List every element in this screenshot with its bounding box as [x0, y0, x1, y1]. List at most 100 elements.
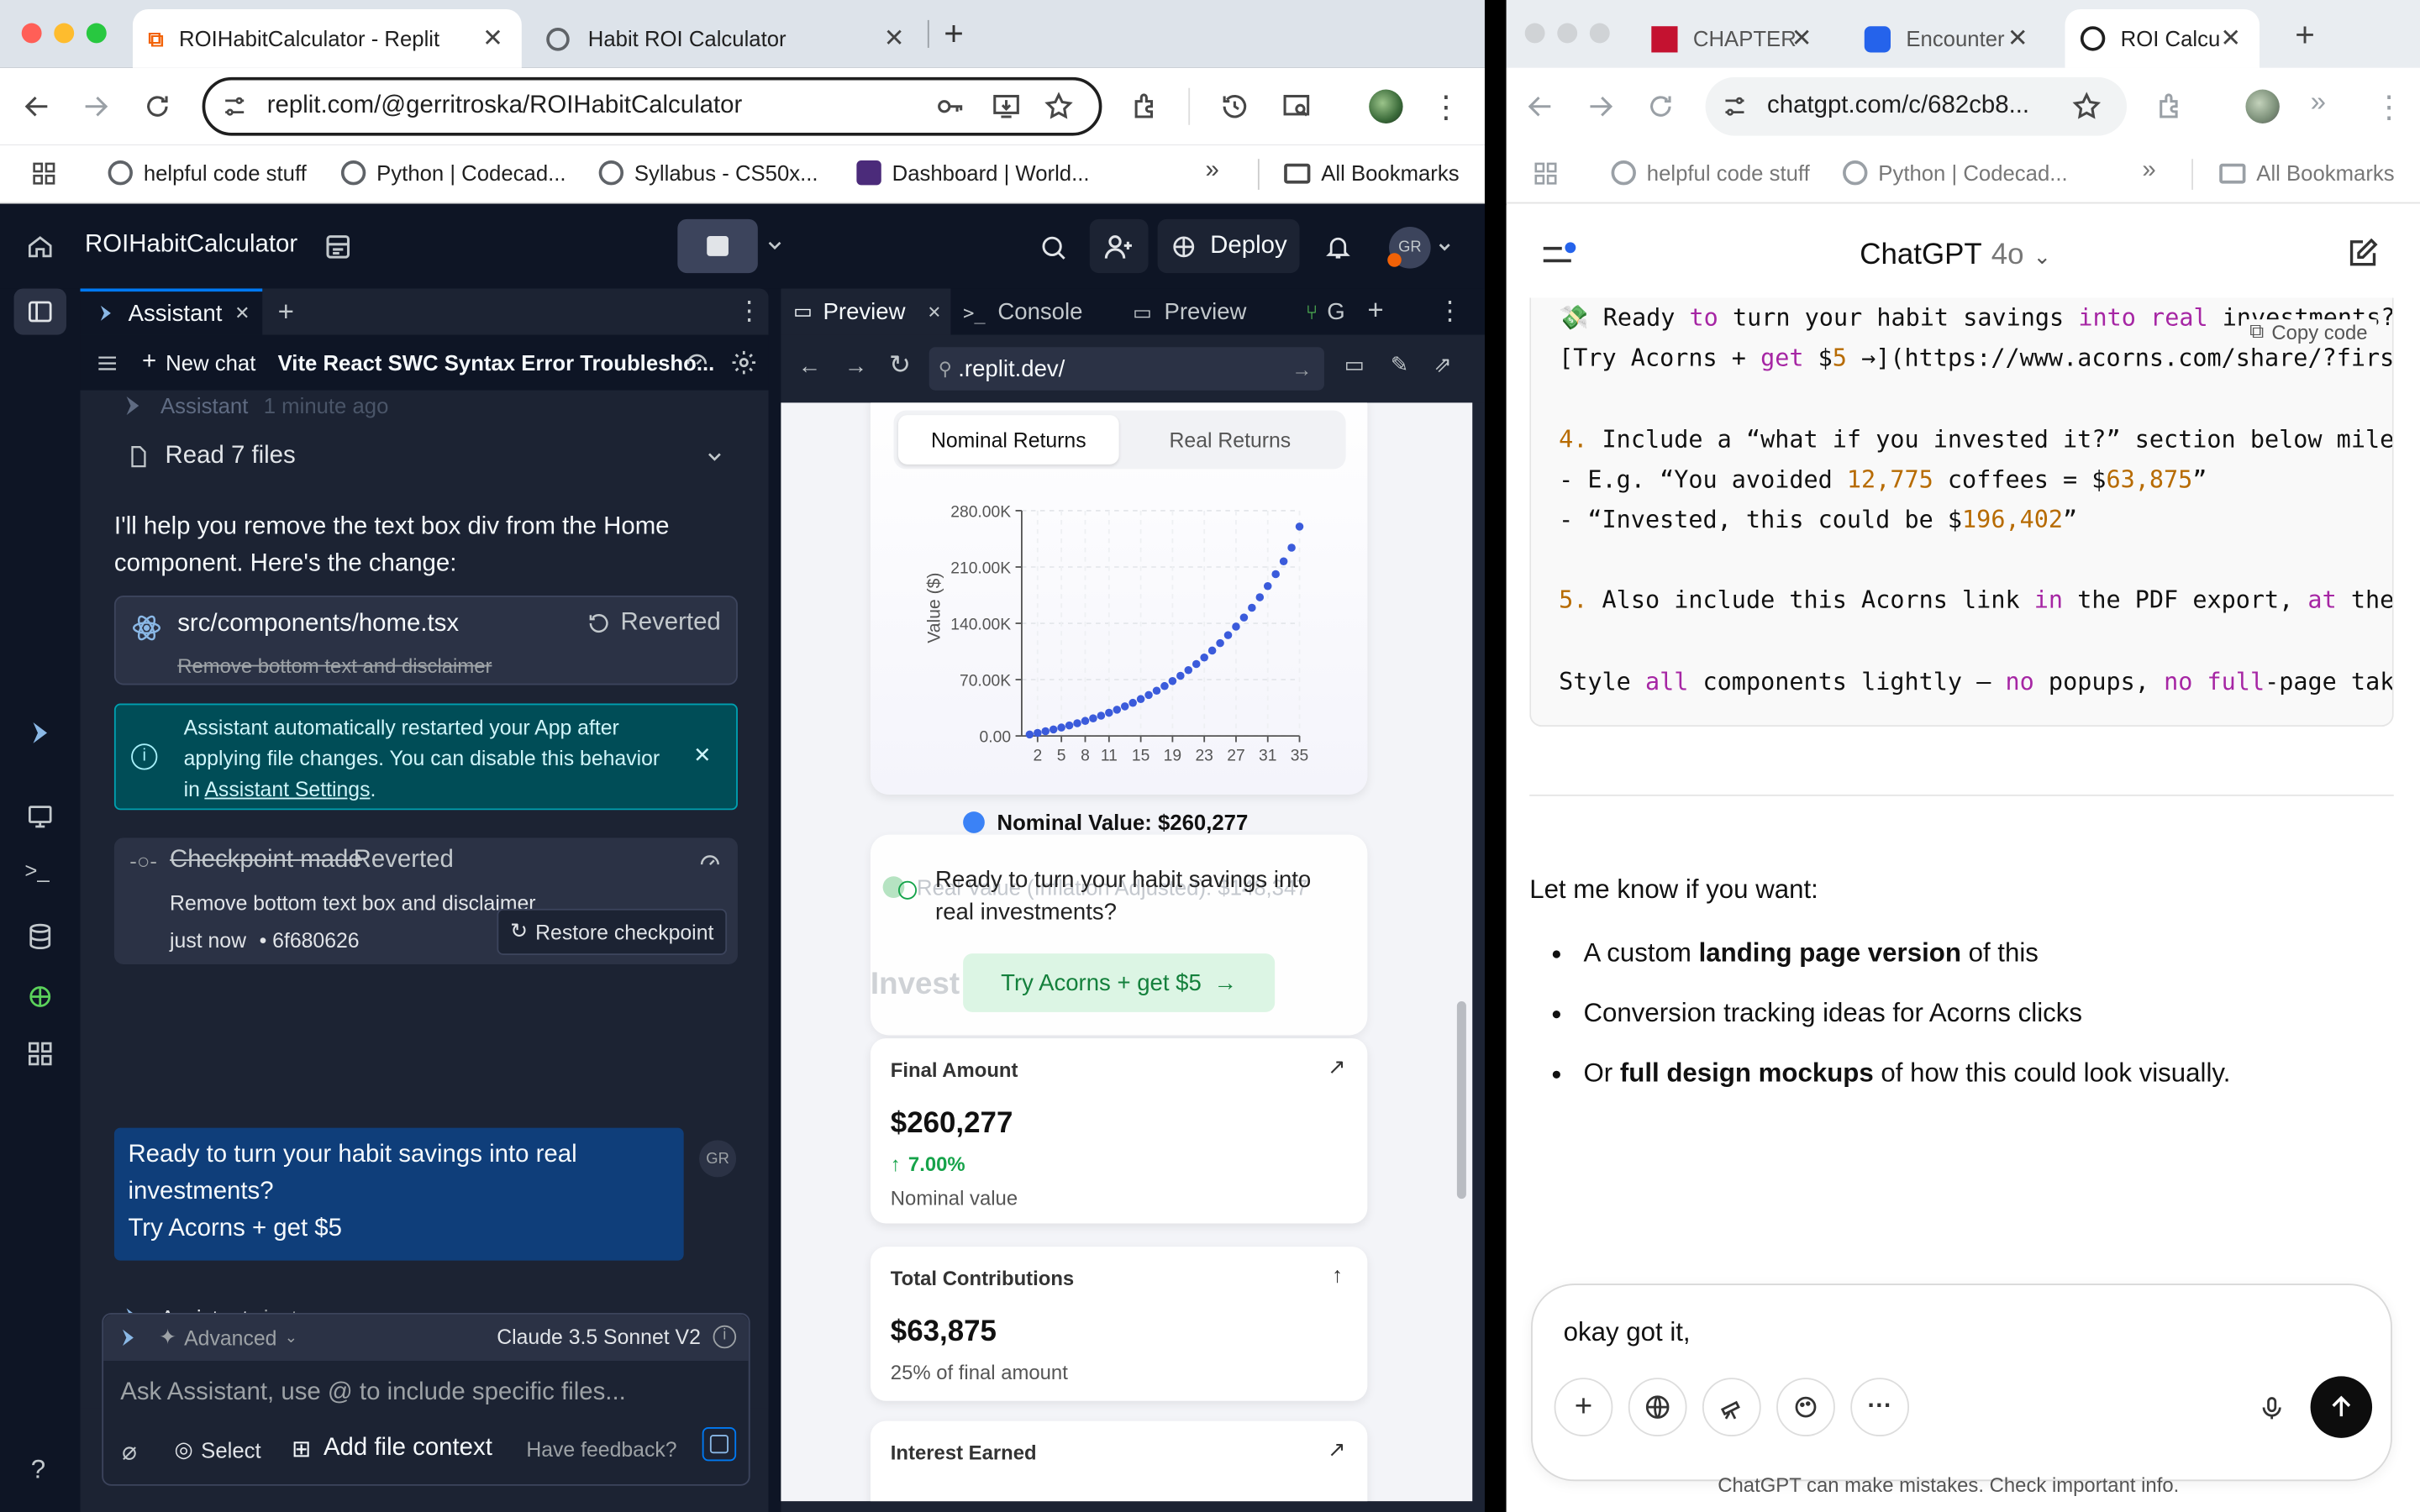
acorns-cta-button[interactable]: Try Acorns + get $5 →: [963, 953, 1276, 1012]
close-tab-icon[interactable]: ✕: [927, 302, 941, 322]
all-bookmarks[interactable]: All Bookmarks: [1284, 160, 1460, 185]
attach-icon[interactable]: ⌀: [122, 1436, 137, 1467]
maximize-window-dot[interactable]: [86, 23, 107, 44]
assistant-settings-link[interactable]: Assistant Settings: [204, 778, 370, 801]
open-new-tab-icon[interactable]: ⇗: [1434, 352, 1452, 378]
notifications-bell-icon[interactable]: [1324, 232, 1352, 263]
send-button[interactable]: [2310, 1376, 2373, 1438]
feedback-link[interactable]: Have feedback?: [526, 1438, 676, 1462]
help-icon[interactable]: ?: [31, 1455, 45, 1486]
address-bar[interactable]: replit.com/@gerritroska/ROIHabitCalculat…: [202, 76, 1102, 136]
select-button[interactable]: ◎ Select: [175, 1436, 261, 1462]
search-icon[interactable]: [1039, 233, 1068, 262]
close-tab-icon[interactable]: ✕: [2220, 24, 2241, 55]
bookmark-item[interactable]: Dashboard | World...: [856, 160, 1090, 186]
bookmark-item[interactable]: Python | Codecad...: [340, 160, 566, 186]
maximize-window-dot[interactable]: [1589, 23, 1610, 44]
menu-dots-icon[interactable]: ⋮: [2374, 88, 2405, 127]
tab-preview-2[interactable]: ▭ Preview: [1133, 299, 1246, 325]
bookmark-item[interactable]: helpful code stuff: [108, 160, 307, 186]
go-arrow-icon[interactable]: →: [1292, 357, 1312, 381]
add-tab-icon[interactable]: +: [278, 297, 294, 329]
tab-encounter[interactable]: Encounter ✕: [1849, 9, 2046, 68]
bookmark-item[interactable]: Syllabus - CS50x...: [598, 160, 818, 186]
device-icon[interactable]: ▭: [1344, 352, 1365, 378]
forward-icon[interactable]: →: [844, 354, 868, 380]
history-icon[interactable]: [1219, 91, 1250, 122]
new-tab-icon[interactable]: +: [939, 14, 970, 53]
chat-list-icon[interactable]: [96, 352, 119, 375]
file-change-card[interactable]: src/components/home.tsx Reverted Remove …: [113, 595, 738, 685]
chat-history-icon[interactable]: [684, 349, 710, 375]
chat-title[interactable]: Vite React SWC Syntax Error Troublesho..…: [278, 350, 715, 375]
back-icon[interactable]: ←: [798, 354, 822, 380]
panel-menu-icon[interactable]: ⋮: [1437, 297, 1463, 328]
bookmark-item[interactable]: helpful code stuff: [1611, 160, 1810, 186]
home-icon[interactable]: [26, 233, 54, 260]
close-tab-icon[interactable]: ✕: [2007, 24, 2028, 55]
run-options-chevron-icon[interactable]: [764, 234, 786, 256]
invite-button[interactable]: [1089, 218, 1149, 274]
apps-grid-icon[interactable]: [31, 160, 57, 186]
copy-code-button[interactable]: ⧉ Copy code: [2240, 319, 2377, 344]
tab-chapter[interactable]: CHAPTER ✕: [1636, 9, 1830, 68]
close-tab-icon[interactable]: ✕: [482, 24, 503, 55]
install-app-icon[interactable]: [991, 91, 1022, 122]
real-returns-tab[interactable]: Real Returns: [1119, 415, 1341, 465]
add-attachment-button[interactable]: +: [1554, 1378, 1613, 1437]
reload-icon[interactable]: [1645, 91, 1676, 122]
devtools-wrench-icon[interactable]: ✎: [1391, 352, 1409, 378]
close-window-dot[interactable]: [1524, 23, 1545, 44]
deploy-button[interactable]: Deploy: [1157, 218, 1300, 274]
database-rail-icon[interactable]: [26, 922, 54, 950]
file-tree-toggle[interactable]: [13, 288, 66, 335]
create-image-button[interactable]: [1776, 1378, 1835, 1437]
new-chat-button[interactable]: + New chat: [142, 349, 255, 376]
back-icon[interactable]: [1525, 91, 1556, 122]
prompt-input[interactable]: okay got it,: [1564, 1318, 1691, 1349]
account-chevron-icon[interactable]: [1435, 238, 1454, 256]
back-icon[interactable]: [22, 91, 53, 122]
checkpoint-history-icon[interactable]: [697, 850, 722, 874]
reload-icon[interactable]: ↻: [889, 350, 911, 381]
deep-research-button[interactable]: [1702, 1378, 1761, 1437]
stop-button[interactable]: [677, 218, 758, 274]
expand-chevron-icon[interactable]: [704, 446, 726, 468]
password-key-icon[interactable]: [935, 91, 966, 122]
tab-habit-roi[interactable]: Habit ROI Calculator ✕: [531, 9, 923, 68]
composer-input[interactable]: Ask Assistant, use @ to include specific…: [120, 1379, 626, 1407]
dismiss-notice-icon[interactable]: ✕: [693, 742, 712, 768]
add-file-context-button[interactable]: ⊞ Add file context: [292, 1435, 492, 1462]
search-web-button[interactable]: [1628, 1378, 1687, 1437]
close-tab-icon[interactable]: ✕: [1791, 24, 1812, 55]
tab-search-icon[interactable]: [1280, 91, 1313, 122]
read-files-row[interactable]: Read 7 files: [114, 430, 725, 482]
site-info-icon[interactable]: [221, 92, 249, 120]
menu-dots-icon[interactable]: ⋮: [1431, 90, 1462, 123]
new-chat-edit-icon[interactable]: [2346, 236, 2380, 270]
all-tools-icon[interactable]: [26, 1040, 54, 1068]
send-toggle-button[interactable]: [702, 1426, 737, 1462]
tab-roi-chatgpt[interactable]: ROI Calcu ✕: [2065, 9, 2260, 68]
console-rail-icon[interactable]: >_: [24, 858, 49, 882]
add-tab-icon[interactable]: +: [1367, 295, 1383, 328]
project-name[interactable]: ROIHabitCalculator: [85, 232, 297, 260]
bookmark-item[interactable]: Python | Codecad...: [1843, 160, 2068, 186]
restore-checkpoint-button[interactable]: ↻ Restore checkpoint: [497, 908, 728, 955]
bookmark-star-icon[interactable]: [1044, 91, 1075, 122]
forward-icon[interactable]: [1585, 91, 1616, 122]
all-bookmarks[interactable]: All Bookmarks: [2219, 160, 2395, 185]
extensions-icon[interactable]: [1129, 91, 1160, 122]
microphone-icon[interactable]: [2258, 1394, 2286, 1425]
settings-gear-icon[interactable]: [730, 349, 758, 376]
preview-url-bar[interactable]: ⚲ .replit.dev/ →: [929, 347, 1324, 391]
address-bar[interactable]: chatgpt.com/c/682cb8...: [1705, 76, 2128, 136]
close-tab-icon[interactable]: ✕: [884, 24, 905, 55]
extensions-icon[interactable]: [2154, 91, 2186, 122]
more-icon[interactable]: »: [2311, 87, 2326, 119]
nominal-returns-tab[interactable]: Nominal Returns: [897, 415, 1119, 465]
forward-icon[interactable]: [81, 91, 112, 122]
preview-rail-icon[interactable]: [26, 802, 54, 830]
more-bookmarks-icon[interactable]: »: [1205, 157, 1218, 185]
new-tab-icon[interactable]: +: [2295, 15, 2315, 55]
